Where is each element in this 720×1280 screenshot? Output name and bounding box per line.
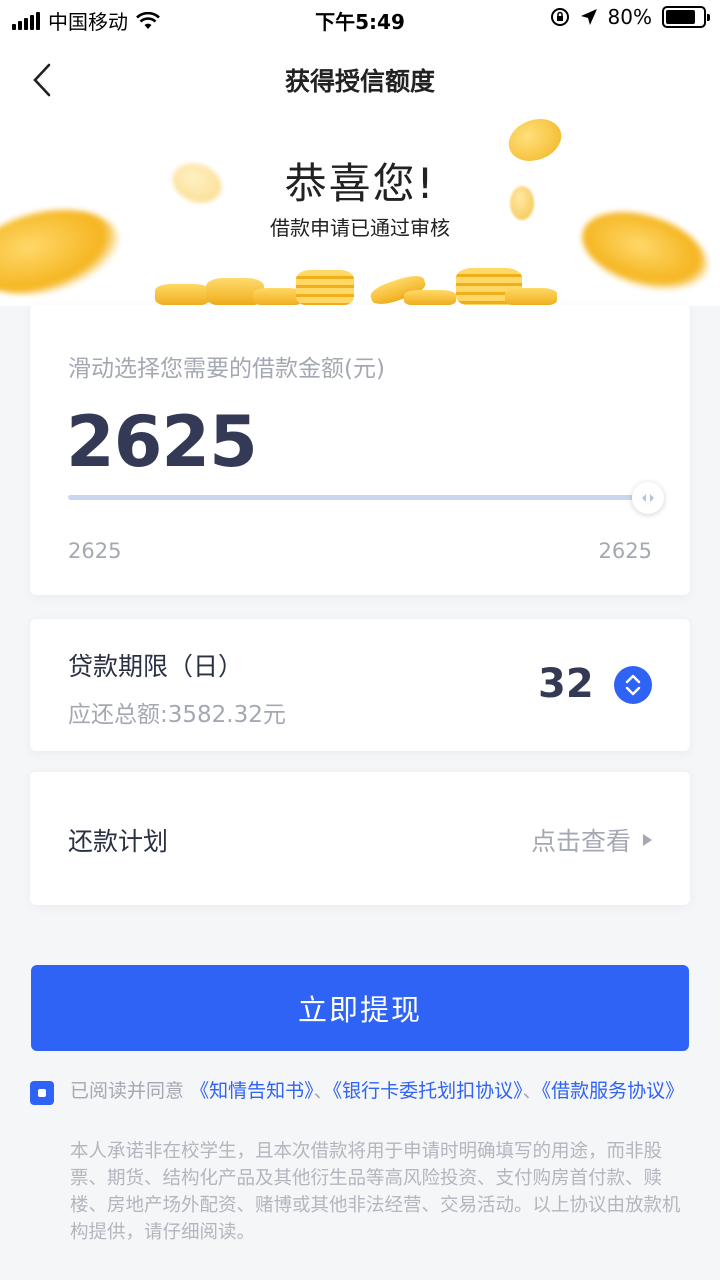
rotation-lock-icon: [550, 8, 569, 26]
chevron-up-down-icon: [625, 674, 641, 696]
loan-term-label: 贷款期限（日）: [68, 652, 244, 681]
view-plan-label: 点击查看: [530, 827, 631, 856]
agreement-separator: 、: [522, 1080, 542, 1102]
status-bar: 中国移动 下午5:49 80%: [0, 0, 720, 36]
congrats-heading: 恭喜您!: [284, 159, 436, 208]
coin-pile: [155, 284, 210, 306]
slider-arrows-icon: [642, 494, 654, 502]
repayment-total: 应还总额:3582.32元: [68, 702, 286, 728]
status-right: 80%: [550, 5, 710, 29]
approval-subtitle: 借款申请已通过审核: [270, 216, 450, 240]
view-plan-link[interactable]: 点击查看: [531, 822, 652, 858]
agreement-text: 已阅读并同意 《知情告知书》、《银行卡委托划扣协议》、《借款服务协议》: [70, 1078, 690, 1105]
agreement-separator: 、: [313, 1080, 333, 1102]
bank-card-debit-agreement-link[interactable]: 《银行卡委托划扣协议》: [333, 1080, 523, 1102]
coin-pile: [505, 288, 557, 306]
loan-amount-value: 2625: [66, 401, 258, 483]
battery-fill: [666, 10, 695, 24]
amount-range-min: 2625: [68, 539, 122, 563]
amount-slider-thumb[interactable]: [632, 482, 664, 514]
battery-icon: [662, 6, 710, 28]
withdraw-button[interactable]: 立即提现: [31, 965, 689, 1051]
coin-pile: [404, 290, 456, 306]
triangle-right-icon: [643, 834, 652, 846]
amount-slider-track[interactable]: [68, 495, 648, 500]
battery-percent: 80%: [607, 5, 652, 29]
location-arrow-icon: [580, 9, 597, 25]
repayment-plan-label: 还款计划: [68, 827, 169, 856]
coin-pile: [296, 270, 354, 306]
disclosure-link[interactable]: 《知情告知书》: [190, 1080, 314, 1102]
loan-amount-card: 滑动选择您需要的借款金额(元) 2625 2625 2625: [30, 305, 690, 595]
agreement-checkbox[interactable]: [30, 1081, 54, 1105]
term-select-button[interactable]: [614, 666, 652, 704]
page-title: 获得授信额度: [284, 67, 435, 96]
loan-term-value: 32: [538, 661, 594, 707]
loan-service-agreement-link[interactable]: 《借款服务协议》: [542, 1080, 685, 1102]
disclaimer-text: 本人承诺非在校学生，且本次借款将用于申请时明确填写的用途，而非股票、期货、结构化…: [70, 1141, 681, 1243]
check-mark-icon: [38, 1089, 46, 1097]
amount-range-max: 2625: [598, 539, 652, 563]
repayment-plan-card[interactable]: 还款计划 点击查看: [30, 772, 690, 905]
agreement-prefix: 已阅读并同意: [70, 1080, 185, 1102]
loan-term-card: 贷款期限（日） 应还总额:3582.32元 32: [30, 619, 690, 751]
success-header: 获得授信额度 恭喜您! 借款申请已通过审核: [0, 36, 720, 306]
amount-hint: 滑动选择您需要的借款金额(元): [68, 356, 385, 382]
